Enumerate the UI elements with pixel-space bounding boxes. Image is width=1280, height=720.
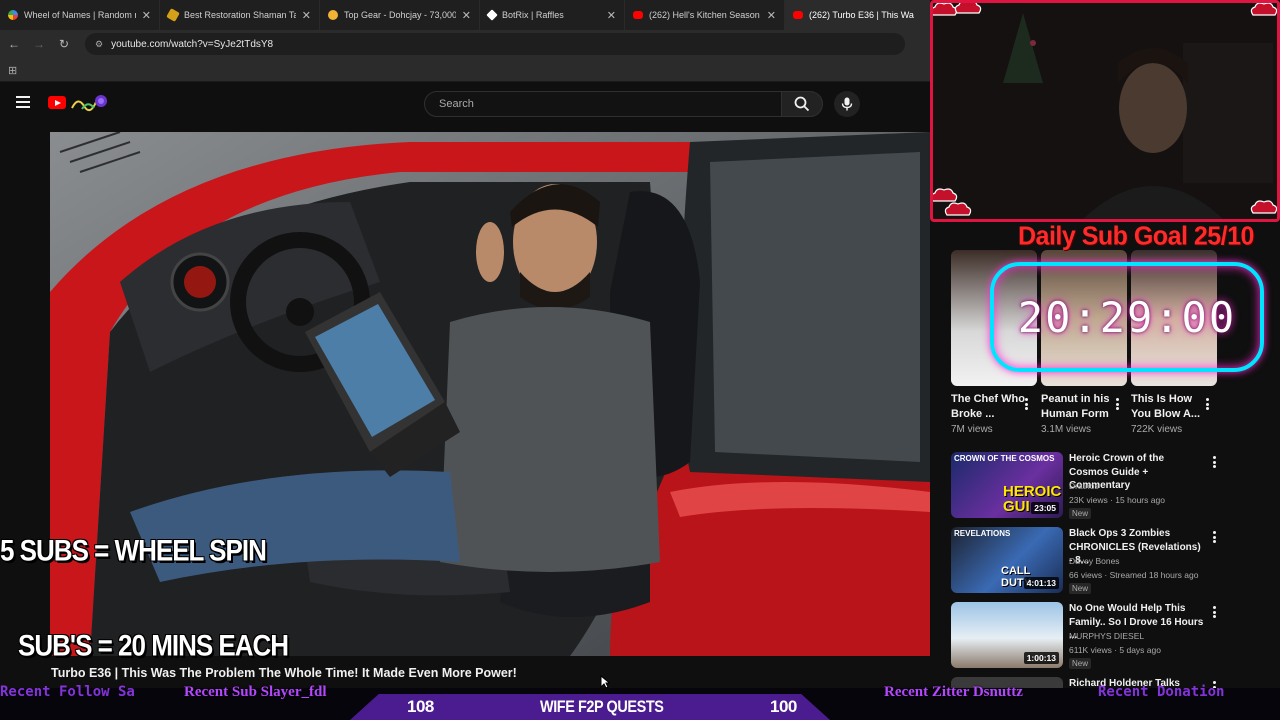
browser-tab-wheel-of-names[interactable]: Wheel of Names | Random nam ✕ [0, 0, 160, 30]
quest-label: WIFE F2P QUESTS [540, 697, 664, 716]
wowhead-favicon-icon [166, 8, 180, 22]
more-options-icon[interactable] [1212, 531, 1216, 543]
tab-label: Wheel of Names | Random nam [24, 10, 136, 20]
browser-tab-hells-kitchen[interactable]: (262) Hell's Kitchen Season 19 ✕ [625, 0, 785, 30]
daily-sub-goal-overlay: Daily Sub Goal 25/10 [1018, 221, 1254, 251]
search-input[interactable]: Search [424, 91, 782, 117]
forward-arrow-icon[interactable]: → [28, 33, 50, 55]
akatsuki-cloud-icon [1250, 3, 1277, 16]
apps-grid-icon[interactable]: ⊞ [8, 64, 17, 77]
short-title[interactable]: Peanut in his Human Form [1041, 392, 1119, 422]
akatsuki-cloud-icon [954, 3, 982, 14]
browser-tab-restoration-shaman[interactable]: Best Restoration Shaman Talen ✕ [160, 0, 320, 30]
more-options-icon[interactable] [1212, 606, 1216, 618]
short-views: 722K views [1131, 424, 1183, 435]
video-meta: 23K views · 15 hours ago [1069, 495, 1165, 505]
youtube-doodle-icon[interactable] [70, 94, 108, 112]
video-duration: 23:05 [1031, 502, 1059, 514]
search-placeholder: Search [439, 98, 474, 110]
close-icon[interactable]: ✕ [142, 9, 151, 22]
back-arrow-icon[interactable]: ← [3, 33, 25, 55]
bookmarks-bar: ⊞ [0, 58, 930, 82]
browser-tab-top-gear[interactable]: Top Gear - Dohcjay - 73,000 Di ✕ [320, 0, 480, 30]
more-options-icon[interactable] [1115, 398, 1119, 410]
close-icon[interactable]: ✕ [607, 9, 616, 22]
channel-name[interactable]: Davey Bones [1069, 556, 1120, 566]
thumbnail-caption: CROWN OF THE COSMOS [954, 454, 1055, 463]
video-duration: 4:01:13 [1023, 577, 1059, 589]
youtube-logo-icon[interactable] [48, 96, 66, 109]
browser-tab-botrix[interactable]: BotRix | Raffles ✕ [480, 0, 625, 30]
more-options-icon[interactable] [1024, 398, 1028, 410]
close-icon[interactable]: ✕ [302, 9, 311, 22]
close-icon[interactable]: ✕ [767, 9, 776, 22]
video-duration: 1:00:13 [1023, 652, 1059, 664]
tab-label: (262) Hell's Kitchen Season 19 [649, 10, 761, 20]
more-options-icon[interactable] [1212, 456, 1216, 468]
short-title[interactable]: This Is How You Blow A... [1131, 392, 1209, 422]
new-badge: New [1069, 583, 1092, 594]
subs-minutes-overlay: SUB'S = 20 MINS EACH [18, 628, 289, 663]
recent-zitter-ticker: Recent Zitter Dsnuttz [884, 684, 1023, 700]
related-video-item[interactable]: 1:00:13 No One Would Help This Family.. … [951, 602, 1271, 672]
quest-right-count: 100 [770, 697, 797, 716]
quest-left-count: 108 [407, 697, 434, 716]
botrix-favicon-icon [486, 9, 498, 21]
address-toolbar: ← → ↻ ⚙ youtube.com/watch?v=SyJe2tTdsY8 [0, 30, 930, 58]
video-thumbnail[interactable]: REVELATIONS CALL DUTY 4:01:13 [951, 527, 1063, 593]
video-meta: 66 views · Streamed 18 hours ago [1069, 570, 1199, 580]
close-icon[interactable]: ✕ [462, 9, 471, 22]
streamer-webcam-image [933, 3, 1277, 219]
youtube-favicon-icon [633, 11, 643, 19]
channel-name[interactable]: MURPHYS DIESEL [1069, 631, 1144, 641]
related-video-item[interactable]: CROWN OF THE COSMOS HEROIC GUI 23:05 Her… [951, 452, 1271, 522]
short-views: 3.1M views [1041, 424, 1092, 435]
tiger-favicon-icon [328, 10, 338, 20]
url-field[interactable]: ⚙ youtube.com/watch?v=SyJe2tTdsY8 [85, 33, 905, 55]
youtube-favicon-icon [793, 11, 803, 19]
voice-search-button[interactable] [834, 91, 860, 117]
new-badge: New [1069, 508, 1092, 519]
video-thumbnail[interactable]: CROWN OF THE COSMOS HEROIC GUI 23:05 [951, 452, 1063, 518]
video-title: Turbo E36 | This Was The Problem The Who… [51, 666, 517, 680]
microphone-icon [841, 97, 853, 111]
tab-label: BotRix | Raffles [502, 10, 564, 20]
search-button[interactable] [781, 91, 823, 117]
new-badge: New [1069, 658, 1092, 669]
tab-label: Best Restoration Shaman Talen [184, 10, 296, 20]
menu-icon[interactable] [16, 96, 30, 108]
akatsuki-cloud-icon [1250, 200, 1277, 214]
search-icon [794, 96, 810, 112]
subathon-timer: 20:29:00 [990, 262, 1264, 372]
more-options-icon[interactable] [1205, 398, 1209, 410]
short-views: 7M views [951, 424, 993, 435]
channel-name[interactable]: Dratnos [1069, 481, 1099, 491]
related-video-item[interactable]: REVELATIONS CALL DUTY 4:01:13 Black Ops … [951, 527, 1271, 597]
video-frame-image [50, 132, 930, 656]
youtube-header: Search [0, 82, 930, 126]
browser-tab-turbo-e36[interactable]: (262) Turbo E36 | This Wa [785, 0, 930, 30]
video-player[interactable] [50, 132, 930, 656]
webcam-overlay [930, 0, 1280, 222]
site-info-icon[interactable]: ⚙ [95, 39, 103, 50]
video-thumbnail[interactable]: 1:00:13 [951, 602, 1063, 668]
recent-follow-ticker: Recent Follow Sa [0, 684, 135, 700]
tab-label: (262) Turbo E36 | This Wa [809, 10, 914, 20]
browser-tab-strip: Wheel of Names | Random nam ✕ Best Resto… [0, 0, 930, 30]
recent-sub-ticker: Recent Sub Slayer_fdl [184, 684, 327, 700]
wheel-favicon-icon [8, 10, 18, 20]
thumbnail-caption: REVELATIONS [954, 529, 1011, 538]
video-meta: 611K views · 5 days ago [1069, 645, 1161, 655]
reload-icon[interactable]: ↻ [53, 33, 75, 55]
akatsuki-cloud-icon [944, 202, 972, 216]
url-text: youtube.com/watch?v=SyJe2tTdsY8 [111, 38, 274, 50]
short-title[interactable]: The Chef Who Broke ... [951, 392, 1029, 422]
mouse-cursor-icon [600, 675, 610, 689]
tab-label: Top Gear - Dohcjay - 73,000 Di [344, 10, 456, 20]
screen: Wheel of Names | Random nam ✕ Best Resto… [0, 0, 1280, 720]
wheel-spin-overlay: 5 SUBS = WHEEL SPIN [0, 533, 267, 568]
recent-donation-ticker: Recent Donation [1098, 684, 1225, 700]
